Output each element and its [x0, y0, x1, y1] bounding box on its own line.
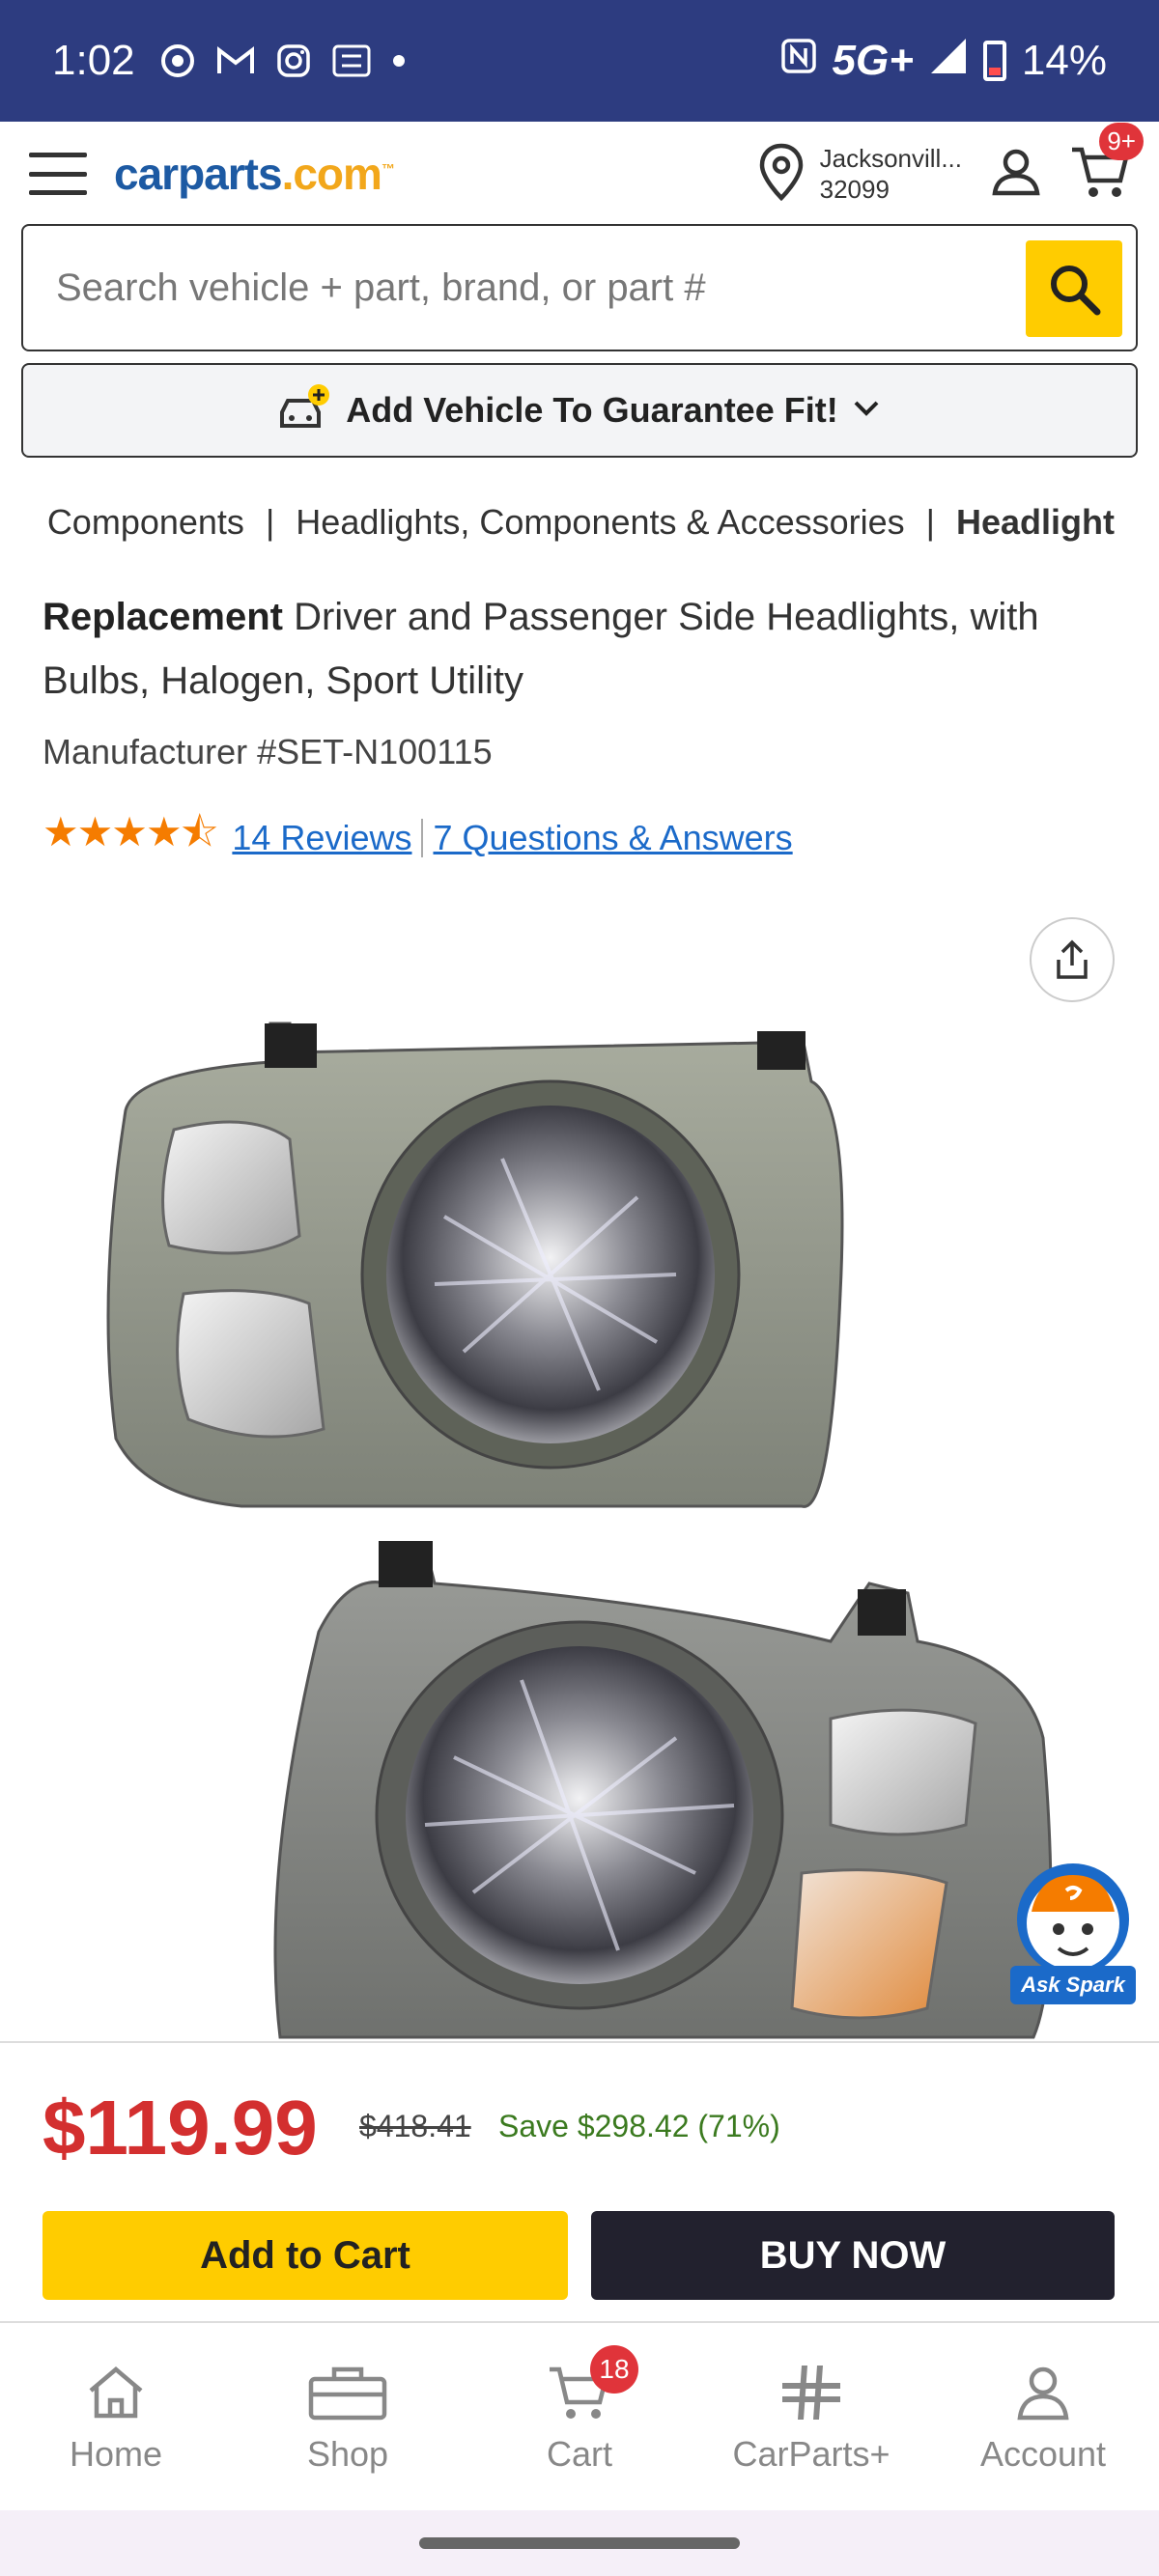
current-price: $119.99: [42, 2085, 318, 2170]
savings-text: Save $298.42 (71%): [498, 2109, 780, 2143]
qa-link[interactable]: 7 Questions & Answers: [433, 818, 792, 858]
network-type: 5G+: [832, 37, 914, 84]
breadcrumb-separator: |: [925, 502, 935, 542]
status-bar: 1:02 5G+ 14%: [0, 0, 1159, 122]
account-icon[interactable]: [991, 147, 1041, 202]
logo-main-text: carparts: [114, 149, 283, 199]
nav-shop-label: Shop: [306, 2434, 389, 2474]
product-image[interactable]: Ask Spark: [0, 1004, 1159, 2042]
battery-icon: [982, 41, 1006, 81]
rating-divider: [421, 818, 424, 857]
nav-cart-badge: 18: [590, 2345, 638, 2394]
product-brand[interactable]: Replacement: [42, 596, 283, 638]
nav-carparts-plus[interactable]: CarParts+: [695, 2323, 927, 2510]
location-pin-icon: [756, 142, 806, 207]
carparts-plus-icon: [778, 2359, 844, 2426]
battery-level: 14%: [1021, 37, 1107, 84]
breadcrumb: Components | Headlights, Components & Acce…: [42, 502, 1115, 550]
ask-spark-button[interactable]: Ask Spark: [1010, 1862, 1136, 2004]
vehicle-add-icon: [278, 383, 332, 438]
price-bar: $119.99 $418.41 Save $298.42 (71%) Add t…: [0, 2041, 1159, 2321]
search-icon: [1051, 266, 1101, 316]
header-cart-icon[interactable]: 9+: [1070, 122, 1144, 205]
instagram-icon: [276, 43, 311, 78]
search-placeholder: Search vehicle + part, brand, or part #: [56, 266, 706, 309]
add-vehicle-button[interactable]: Add Vehicle To Guarantee Fit!: [21, 363, 1138, 458]
buy-now-button[interactable]: BUY NOW: [591, 2211, 1115, 2300]
home-gesture-pill[interactable]: [419, 2537, 740, 2549]
breadcrumb-item-headlights[interactable]: Headlights, Components & Accessories: [296, 502, 904, 542]
home-icon: [85, 2359, 147, 2426]
ask-spark-label: Ask Spark: [1010, 1966, 1136, 2004]
breadcrumb-current: Headlight: [955, 502, 1115, 542]
nav-shop[interactable]: Shop: [232, 2323, 464, 2510]
rating-row: ★★★★⯪ 14 Reviews 7 Questions & Answers: [42, 803, 793, 872]
chevron-down-icon: [852, 399, 881, 423]
add-to-cart-button[interactable]: Add to Cart: [42, 2211, 568, 2300]
reviews-link[interactable]: 14 Reviews: [232, 818, 411, 858]
site-header: carparts.com™ Jacksonvill... 32099 9+: [0, 122, 1159, 226]
bottom-nav: Home Shop 18 Cart CarParts+ Account: [0, 2321, 1159, 2510]
breadcrumb-separator: |: [265, 502, 275, 542]
more-notifications-dot-icon: [392, 54, 406, 68]
share-icon: [1057, 939, 1088, 979]
nav-account[interactable]: Account: [927, 2323, 1159, 2510]
nav-carparts-plus-label: CarParts+: [732, 2434, 890, 2474]
menu-icon[interactable]: [29, 153, 87, 195]
search-button[interactable]: [1026, 240, 1122, 337]
nav-home[interactable]: Home: [0, 2323, 232, 2510]
rating-stars: ★★★★⯪: [42, 809, 218, 854]
share-button[interactable]: [1030, 917, 1115, 1002]
temu-icon: [332, 44, 371, 77]
signal-icon: [929, 37, 968, 86]
location-zip: 32099: [819, 175, 890, 204]
cart-icon: 18: [548, 2345, 638, 2426]
nav-account-label: Account: [979, 2434, 1107, 2474]
account-nav-icon: [1014, 2359, 1072, 2426]
gmail-icon: [216, 45, 255, 76]
nav-cart[interactable]: 18 Cart: [464, 2323, 695, 2510]
location-selector[interactable]: Jacksonvill... 32099: [756, 142, 962, 207]
nav-home-label: Home: [69, 2434, 163, 2474]
nav-cart-label: Cart: [546, 2434, 612, 2474]
breadcrumb-item-components[interactable]: Components: [47, 502, 244, 542]
ask-spark-avatar-icon: [1017, 1863, 1129, 1975]
carparts-logo[interactable]: carparts.com™: [114, 148, 395, 200]
location-city: Jacksonvill...: [819, 144, 962, 173]
manufacturer-number: Manufacturer #SET-N100115: [42, 732, 493, 771]
chrome-icon: [160, 43, 195, 78]
logo-trademark: ™: [381, 160, 395, 177]
original-price: $418.41: [359, 2109, 471, 2143]
status-time: 1:02: [52, 37, 135, 84]
gesture-bar: [0, 2510, 1159, 2576]
logo-suffix-text: .com: [281, 149, 382, 199]
search-input[interactable]: Search vehicle + part, brand, or part #: [21, 224, 1138, 351]
toolbox-icon: [307, 2359, 388, 2426]
nfc-icon: [780, 37, 817, 85]
add-vehicle-label: Add Vehicle To Guarantee Fit!: [346, 390, 838, 430]
status-right: 5G+ 14%: [780, 37, 1107, 86]
header-cart-badge: 9+: [1099, 122, 1144, 160]
product-title: Replacement Driver and Passenger Side He…: [42, 585, 1115, 713]
